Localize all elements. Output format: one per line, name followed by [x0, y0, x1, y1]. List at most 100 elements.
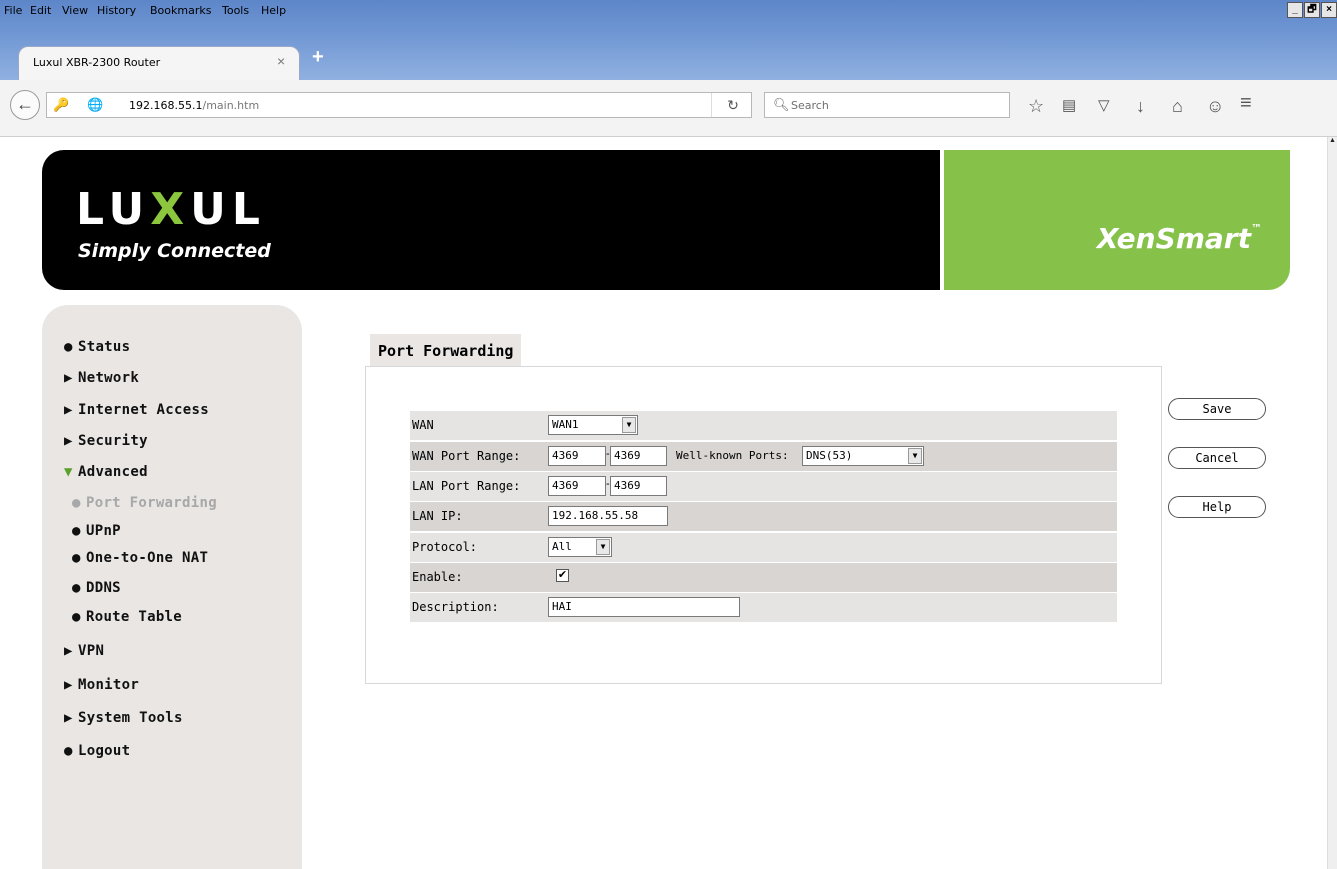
sidebar-item-label: Security — [78, 433, 148, 449]
sidebar-item-monitor[interactable]: ▶ Monitor — [64, 677, 139, 693]
home-icon[interactable]: ⌂ — [1172, 97, 1183, 115]
sidebar-item-system-tools[interactable]: ▶ System Tools — [64, 710, 183, 726]
sidebar-item-vpn[interactable]: ▶ VPN — [64, 643, 104, 659]
minimize-button[interactable]: _ — [1287, 2, 1303, 18]
well-known-ports-select[interactable]: DNS(53) ▼ — [802, 446, 924, 466]
sidebar-item-internet-access[interactable]: ▶ Internet Access — [64, 402, 209, 418]
sidebar-item-advanced[interactable]: ▼ Advanced — [64, 464, 148, 480]
form-row-wan: WAN WAN1 ▼ — [410, 411, 1117, 440]
sidebar-item-label: Status — [78, 339, 131, 355]
menu-edit[interactable]: Edit — [30, 4, 51, 17]
bullet-icon: ● — [64, 339, 73, 355]
cancel-button[interactable]: Cancel — [1168, 447, 1266, 469]
expand-arrow-icon: ▶ — [64, 677, 73, 693]
sidebar-item-label: UPnP — [86, 523, 121, 539]
url-text[interactable]: 192.168.55.1/main.htm — [129, 99, 259, 112]
back-arrow-icon: ← — [16, 94, 34, 114]
tab-title: Luxul XBR-2300 Router — [33, 56, 161, 69]
menu-history[interactable]: History — [97, 4, 136, 17]
sidebar-item-label: Route Table — [86, 609, 183, 625]
restore-button[interactable]: 🗗 — [1304, 2, 1320, 18]
new-tab-button[interactable]: + — [312, 46, 324, 69]
page-scrollbar[interactable]: ▲ — [1327, 137, 1337, 869]
sidebar-item-route-table[interactable]: ● Route Table — [72, 609, 182, 625]
sidebar-item-security[interactable]: ▶ Security — [64, 433, 148, 449]
key-icon[interactable]: 🔑 — [53, 97, 69, 113]
save-button[interactable]: Save — [1168, 398, 1266, 420]
expand-arrow-icon: ▶ — [64, 370, 73, 386]
wan-label: WAN — [412, 418, 434, 432]
tagline: Simply Connected — [78, 240, 271, 262]
expand-arrow-icon: ▶ — [64, 402, 73, 418]
product-name: XenSmart™ — [1097, 222, 1262, 255]
sidebar-item-label: One-to-One NAT — [86, 550, 209, 566]
form-row-description: Description: HAI — [410, 593, 1117, 622]
sidebar-item-network[interactable]: ▶ Network — [64, 370, 139, 386]
navigation-toolbar: ← 🔑 🌐 192.168.55.1/main.htm ↻ 🔍︎ Search … — [0, 80, 1337, 137]
close-window-button[interactable]: × — [1321, 2, 1337, 18]
sidebar-item-logout[interactable]: ● Logout — [64, 743, 130, 759]
browser-tab[interactable]: Luxul XBR-2300 Router × — [18, 46, 300, 80]
bookmark-star-icon[interactable]: ☆ — [1028, 97, 1044, 115]
help-button[interactable]: Help — [1168, 496, 1266, 518]
back-button[interactable]: ← — [10, 90, 40, 120]
wan-port-end-input[interactable]: 4369 — [610, 446, 667, 466]
logo-part1: LU — [76, 184, 151, 235]
sidebar-item-port-forwarding[interactable]: ● Port Forwarding — [72, 495, 217, 511]
hamburger-menu-icon[interactable]: ≡ — [1240, 93, 1252, 113]
sidebar-item-one-to-one-nat[interactable]: ● One-to-One NAT — [72, 550, 208, 566]
logo-x: X — [150, 184, 191, 235]
url-host: 192.168.55.1 — [129, 99, 203, 112]
well-known-ports-label: Well-known Ports: — [676, 449, 789, 462]
reload-icon[interactable]: ↻ — [711, 93, 754, 117]
sidebar-item-upnp[interactable]: ● UPnP — [72, 523, 121, 539]
chat-icon[interactable]: ☺ — [1206, 97, 1224, 115]
url-path: /main.htm — [202, 99, 260, 112]
lan-port-start-input[interactable]: 4369 — [548, 476, 606, 496]
sidebar-item-label: Advanced — [78, 464, 148, 480]
lan-port-end-input[interactable]: 4369 — [610, 476, 667, 496]
bullet-icon: ● — [72, 580, 81, 596]
product-name-text: XenSmart — [1096, 222, 1251, 255]
enable-checkbox[interactable]: ✔ — [556, 569, 569, 582]
sidebar-nav: ● Status ▶ Network ▶ Internet Access ▶ Secur… — [42, 305, 302, 869]
protocol-select[interactable]: All ▼ — [548, 537, 612, 557]
sidebar-item-status[interactable]: ● Status — [64, 339, 130, 355]
menu-bookmarks[interactable]: Bookmarks — [150, 4, 211, 17]
description-input[interactable]: HAI — [548, 597, 740, 617]
menu-tools[interactable]: Tools — [222, 4, 249, 17]
search-input[interactable]: 🔍︎ Search — [764, 92, 1010, 118]
protocol-select-value: All — [552, 540, 572, 553]
enable-label: Enable: — [412, 570, 463, 584]
sidebar-item-label: Logout — [78, 743, 131, 759]
browser-title-area: File Edit View History Bookmarks Tools H… — [0, 0, 1337, 80]
url-bar[interactable]: 🔑 🌐 192.168.55.1/main.htm ↻ — [46, 92, 752, 118]
scroll-up-icon[interactable]: ▲ — [1328, 137, 1337, 147]
bullet-icon: ● — [72, 550, 81, 566]
globe-icon[interactable]: 🌐 — [87, 97, 103, 113]
wan-select-value: WAN1 — [552, 418, 579, 431]
wan-port-start-input[interactable]: 4369 — [548, 446, 606, 466]
bullet-icon: ● — [64, 743, 73, 759]
sidebar-item-label: DDNS — [86, 580, 121, 596]
pocket-icon[interactable]: ▽ — [1098, 97, 1110, 115]
sidebar-item-label: Port Forwarding — [86, 495, 217, 511]
tab-close-icon[interactable]: × — [277, 53, 285, 69]
sidebar-item-label: Monitor — [78, 677, 140, 693]
expand-arrow-icon: ▶ — [64, 710, 73, 726]
reading-list-icon[interactable]: ▤ — [1062, 97, 1076, 115]
downloads-icon[interactable]: ↓ — [1136, 97, 1145, 115]
menu-view[interactable]: View — [62, 4, 88, 17]
sidebar-item-label: Network — [78, 370, 140, 386]
lan-ip-label: LAN IP: — [412, 509, 463, 523]
section-title: Port Forwarding — [370, 334, 522, 366]
menu-help[interactable]: Help — [261, 4, 286, 17]
form-row-lan-port-range: LAN Port Range: 4369 - 4369 — [410, 472, 1117, 501]
sidebar-item-ddns[interactable]: ● DDNS — [72, 580, 121, 596]
bullet-icon: ● — [72, 609, 81, 625]
sidebar-item-label: System Tools — [78, 710, 183, 726]
menu-file[interactable]: File — [4, 4, 22, 17]
search-placeholder: Search — [791, 99, 829, 112]
lan-ip-input[interactable]: 192.168.55.58 — [548, 506, 668, 526]
wan-select[interactable]: WAN1 ▼ — [548, 415, 638, 435]
